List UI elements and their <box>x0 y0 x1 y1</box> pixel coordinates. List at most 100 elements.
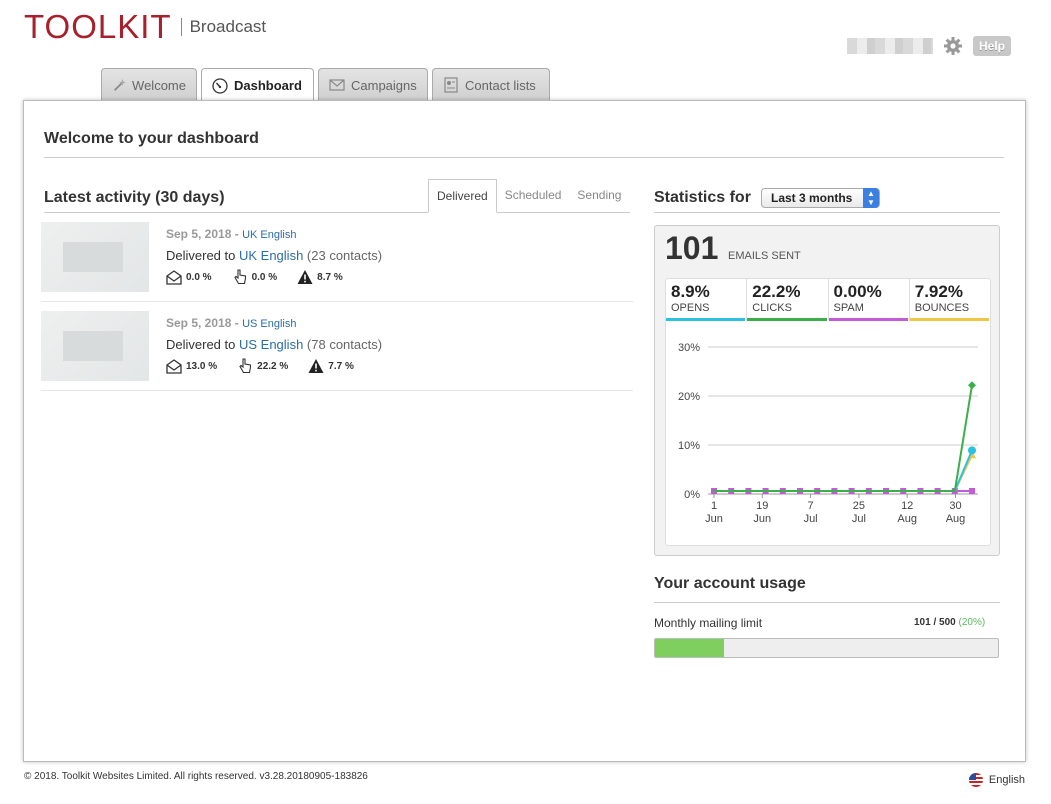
x-tick-label: 25 <box>853 500 865 512</box>
statistics-box: 101 EMAILS SENT 8.9% OPENS 22.2% CLICKS … <box>654 225 1000 556</box>
bounces-value: 8.7 % <box>317 271 343 283</box>
data-point-clicks <box>968 381 976 390</box>
help-button[interactable]: Help <box>972 36 1011 56</box>
x-tick-label: 12 <box>901 500 913 512</box>
delivered-line: Delivered to UK English (23 contacts) <box>166 248 382 263</box>
tab-label: Campaigns <box>351 77 417 93</box>
tab-contact-lists[interactable]: Contact lists <box>432 68 550 101</box>
clicks-stat: 0.0 % <box>232 269 278 285</box>
date-separator: - <box>231 227 243 241</box>
usage-count: 101 / 500 <box>914 617 956 628</box>
tab-campaigns[interactable]: Campaigns <box>318 68 428 101</box>
activity-date: Sep 5, 2018 - UK English <box>166 227 296 241</box>
list-link[interactable]: UK English <box>239 248 303 263</box>
bounces-stat: 8.7 % <box>297 269 343 285</box>
x-tick-label: Jun <box>753 513 771 525</box>
usage-progress-fill <box>655 639 724 657</box>
y-tick-label: 20% <box>678 391 700 403</box>
kpi-value: 0.00% <box>833 282 882 301</box>
usage-label: Monthly mailing limit <box>654 616 763 630</box>
x-tick-label: Jun <box>705 513 723 525</box>
x-tick-label: Jul <box>804 513 818 525</box>
pointer-hand-icon <box>233 269 246 285</box>
pointer-hand-icon <box>239 358 252 374</box>
x-tick-label: Aug <box>946 513 966 525</box>
divider <box>654 212 1000 213</box>
statistics-line-chart: 0%10%20%30%1Jun19Jun7Jul25Jul12Aug30Aug <box>678 342 978 525</box>
usage-title: Your account usage <box>654 575 806 592</box>
tab-scheduled[interactable]: Scheduled <box>497 179 570 213</box>
language-label: English <box>988 774 1025 786</box>
kpi-label: OPENS <box>671 302 710 314</box>
usage-value: 101 / 500 (20%) <box>914 617 985 628</box>
list-link[interactable]: US English <box>239 337 303 352</box>
series-line-bounces <box>714 454 973 492</box>
campaign-thumbnail[interactable] <box>41 222 149 292</box>
emails-sent-label: EMAILS SENT <box>728 250 801 262</box>
usage-percent: (20%) <box>958 617 986 628</box>
activity-item[interactable]: Sep 5, 2018 - UK English Delivered to UK… <box>41 214 633 302</box>
kpi-value: 8.9% <box>671 282 710 301</box>
tab-label: Contact lists <box>465 77 536 93</box>
kpi-label: BOUNCES <box>914 302 970 314</box>
series-line-opens <box>714 449 973 492</box>
x-tick-label: 1 <box>711 500 717 512</box>
list-name[interactable]: US English <box>242 318 296 330</box>
tab-welcome[interactable]: Welcome <box>101 68 197 101</box>
x-tick-label: 7 <box>808 500 814 512</box>
kpi-spam[interactable]: 0.00% SPAM <box>828 279 910 321</box>
activity-item[interactable]: Sep 5, 2018 - US English Delivered to US… <box>41 303 633 391</box>
page-title: Welcome to your dashboard <box>44 130 259 147</box>
delivered-prefix: Delivered to <box>166 337 239 352</box>
date-range-select[interactable]: Last 3 months ▲ ▼ <box>761 188 880 208</box>
tab-delivered[interactable]: Delivered <box>428 179 497 213</box>
tab-label: Dashboard <box>234 78 302 93</box>
opens-value: 0.0 % <box>186 271 212 283</box>
date-separator: - <box>231 316 243 330</box>
activity-stats: 0.0 % 0.0 % 8.7 % <box>166 269 363 285</box>
list-name[interactable]: UK English <box>242 229 296 241</box>
gauge-icon <box>212 77 228 94</box>
kpi-value: 22.2% <box>752 282 801 301</box>
date-text: Sep 5, 2018 <box>166 227 232 241</box>
kpi-row: 8.9% OPENS 22.2% CLICKS 0.00% SPAM 7.92%… <box>666 279 990 321</box>
clicks-value: 22.2 % <box>257 360 289 372</box>
language-selector[interactable]: English <box>968 773 1025 787</box>
opens-stat: 0.0 % <box>166 269 212 285</box>
tab-label: Welcome <box>132 77 186 93</box>
x-tick-label: Aug <box>897 513 917 525</box>
opens-value: 13.0 % <box>186 360 218 372</box>
logo[interactable]: TOOLKIT Broadcast <box>24 8 266 46</box>
kpi-value: 7.92% <box>914 282 963 301</box>
dashboard-panel: Welcome to your dashboard Latest activit… <box>23 100 1026 762</box>
chart-card: 8.9% OPENS 22.2% CLICKS 0.00% SPAM 7.92%… <box>665 278 991 546</box>
date-range-value: Last 3 months <box>771 191 853 205</box>
data-point-spam <box>969 488 975 494</box>
select-arrows-icon: ▲ ▼ <box>863 188 879 208</box>
tab-sending[interactable]: Sending <box>569 179 629 213</box>
tab-dashboard[interactable]: Dashboard <box>201 68 314 102</box>
kpi-clicks[interactable]: 22.2% CLICKS <box>747 279 829 321</box>
y-tick-label: 10% <box>678 440 700 452</box>
contact-count: (78 contacts) <box>306 337 383 352</box>
bounces-stat: 7.7 % <box>308 358 354 374</box>
open-envelope-icon <box>166 359 182 374</box>
contact-count: (23 contacts) <box>306 248 383 263</box>
clicks-value: 0.0 % <box>251 271 278 283</box>
user-name-redacted[interactable] <box>846 38 933 54</box>
activity-date: Sep 5, 2018 - US English <box>166 316 296 330</box>
gear-icon[interactable] <box>943 36 963 56</box>
open-envelope-icon <box>166 270 182 285</box>
x-tick-label: Jul <box>852 513 866 525</box>
divider <box>44 157 1004 158</box>
y-tick-label: 30% <box>678 342 700 354</box>
product-name: Broadcast <box>189 17 267 36</box>
kpi-label: SPAM <box>833 302 864 314</box>
kpi-opens[interactable]: 8.9% OPENS <box>666 279 748 321</box>
campaign-thumbnail[interactable] <box>41 311 149 381</box>
delivered-line: Delivered to US English (78 contacts) <box>166 337 382 352</box>
main-tabs: Welcome Dashboard Campaigns Contact list… <box>101 68 550 102</box>
warning-icon <box>308 359 324 373</box>
kpi-bounces[interactable]: 7.92% BOUNCES <box>909 279 990 321</box>
logo-text: TOOLKIT <box>24 8 172 45</box>
